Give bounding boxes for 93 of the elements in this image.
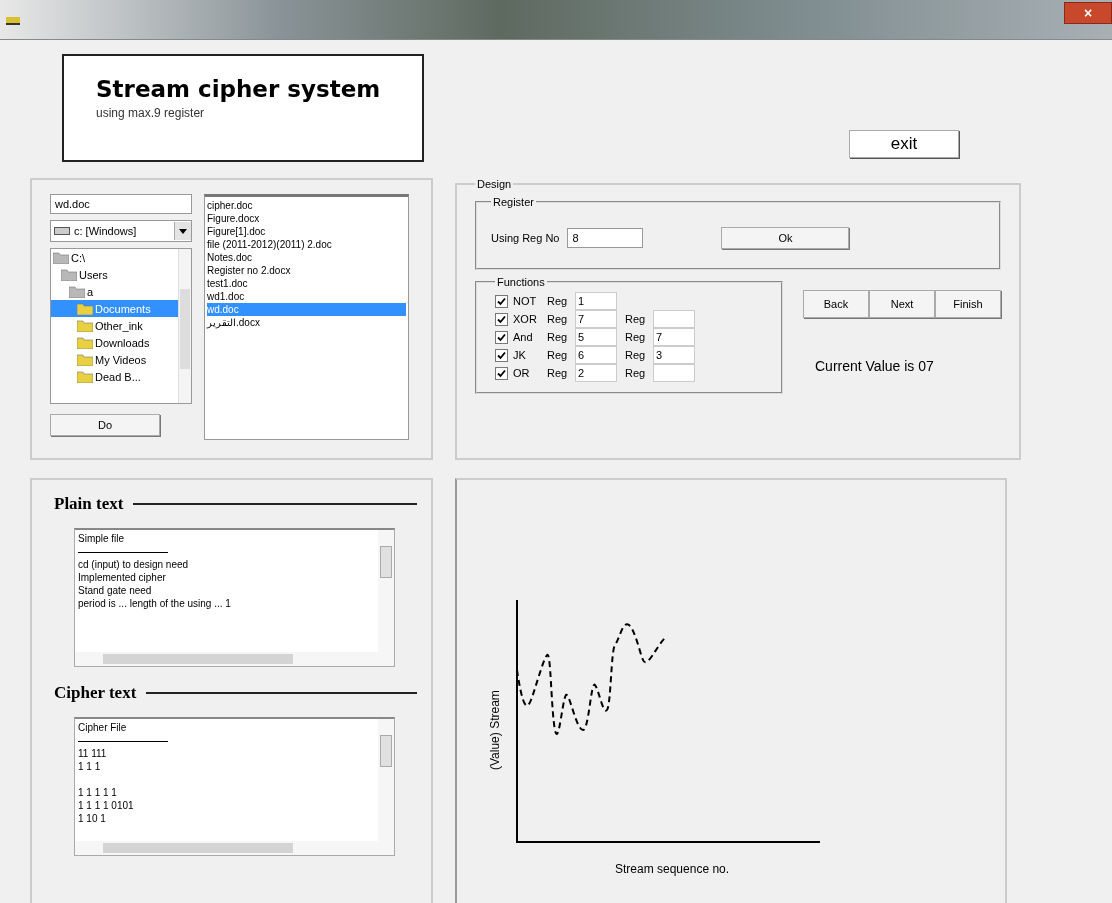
text-area[interactable]: Cipher File 11 111 1 1 1 1 1 1 1 1 1 1 1 1 0101 1 10 1 (74, 717, 395, 856)
checkbox[interactable] (495, 294, 508, 308)
folder-item[interactable]: Downloads (51, 334, 178, 351)
reg-field[interactable] (653, 310, 695, 328)
ok-button[interactable]: Ok (721, 227, 850, 249)
scrollbar[interactable] (178, 249, 191, 403)
reg-label: Reg (547, 295, 569, 307)
group-label: Design (476, 178, 513, 190)
reg-field[interactable]: 3 (653, 346, 695, 364)
function-label: And (513, 331, 534, 343)
text-line: Cipher File (78, 721, 128, 734)
file-item[interactable]: cipher.doc (207, 199, 406, 212)
folder-item[interactable]: Dead B... (51, 368, 178, 385)
text-line: 1 1 1 (78, 760, 102, 773)
current-value-text: Current Value is 07 (815, 358, 935, 374)
folder-icon (77, 336, 93, 349)
exit-button[interactable]: exit (849, 130, 959, 158)
folder-item[interactable]: a (51, 283, 178, 300)
reg-field[interactable]: 7 (653, 328, 695, 346)
register-field[interactable]: 8 (567, 228, 644, 248)
reg-label: Reg (547, 313, 569, 325)
text-line: 1 1 1 1 1 (78, 786, 118, 799)
group-label: Register (492, 196, 535, 208)
function-label: JK (513, 349, 527, 361)
open-button[interactable]: Do (50, 414, 160, 436)
scrollbar[interactable] (75, 652, 394, 666)
file-item[interactable]: Figure[1].doc (207, 225, 406, 238)
section-heading: Cipher text (54, 683, 137, 703)
reg-field[interactable]: 5 (575, 328, 617, 346)
file-name-field[interactable]: wd.doc (50, 194, 192, 214)
section-heading: Plain text (54, 494, 124, 514)
register-label: Using Reg No (491, 232, 560, 244)
folder-icon (77, 319, 93, 332)
group-label: Functions (496, 276, 546, 288)
text-line: Stand gate need (78, 584, 153, 597)
checkbox[interactable] (495, 366, 508, 380)
nav-button[interactable]: Back (803, 290, 869, 318)
reg-label: Reg (625, 331, 647, 343)
folder-item[interactable]: Other_ink (51, 317, 178, 334)
nav-button[interactable]: Next (869, 290, 935, 318)
reg-field[interactable]: 6 (575, 346, 617, 364)
reg-label: Reg (547, 367, 569, 379)
app-subtitle: using max.9 register (96, 106, 206, 120)
file-item[interactable]: Notes.doc (207, 251, 406, 264)
file-item[interactable]: test1.doc (207, 277, 406, 290)
file-item[interactable]: التقرير.docx (207, 316, 406, 329)
axis-label: (Value) Stream (487, 689, 503, 772)
function-label: XOR (513, 313, 538, 325)
reg-label: Reg (625, 349, 647, 361)
folder-icon (77, 370, 93, 383)
text-line: Implemented cipher (78, 571, 167, 584)
text-line: period is ... length of the using ... 1 (78, 597, 232, 610)
checkbox[interactable] (495, 312, 508, 326)
reg-field[interactable]: 2 (575, 364, 617, 382)
function-label: NOT (513, 295, 538, 307)
text-line: Simple file (78, 532, 126, 545)
file-item[interactable]: file (2011-2012)(2011) 2.doc (207, 238, 406, 251)
folder-item[interactable]: C:\ (51, 249, 178, 266)
scrollbar[interactable] (378, 719, 394, 841)
drive-label: c: [Windows] (74, 225, 138, 237)
reg-label: Reg (547, 349, 569, 361)
reg-field[interactable]: 7 (575, 310, 617, 328)
folder-icon (77, 353, 93, 366)
scrollbar[interactable] (75, 841, 394, 855)
text-line: cd (input) to design need (78, 558, 190, 571)
reg-field[interactable] (653, 364, 695, 382)
text-line: 1 10 1 (78, 812, 107, 825)
app-title: Stream cipher system (96, 76, 382, 102)
reg-label: Reg (547, 331, 569, 343)
close-button[interactable]: × (1064, 1, 1112, 24)
checkbox[interactable] (495, 348, 508, 362)
text-area[interactable]: Simple file cd (input) to design need Implemented cipher Stand gate need period is ... length of the using ... 1 (74, 528, 395, 667)
function-label: OR (513, 367, 531, 379)
drive-dropdown[interactable]: c: [Windows] (50, 220, 192, 242)
text-line: 11 111 (78, 747, 108, 760)
checkbox[interactable] (495, 330, 508, 344)
folder-icon (69, 285, 85, 298)
drive-icon (54, 226, 70, 236)
reg-label: Reg (625, 367, 647, 379)
file-item[interactable]: wd1.doc (207, 290, 406, 303)
text-line: 1 1 1 1 0101 (78, 799, 135, 812)
folder-icon (53, 251, 69, 264)
folder-item[interactable]: Users (51, 266, 178, 283)
file-item[interactable]: Register no 2.docx (207, 264, 406, 277)
file-item[interactable]: Figure.docx (207, 212, 406, 225)
folder-item[interactable]: My Videos (51, 351, 178, 368)
reg-field[interactable]: 1 (575, 292, 617, 310)
scrollbar[interactable] (378, 530, 394, 652)
axis-label: Stream sequence no. (615, 862, 731, 876)
folder-icon (61, 268, 77, 281)
nav-button[interactable]: Finish (935, 290, 1001, 318)
folder-icon (77, 302, 93, 315)
reg-label: Reg (625, 313, 647, 325)
